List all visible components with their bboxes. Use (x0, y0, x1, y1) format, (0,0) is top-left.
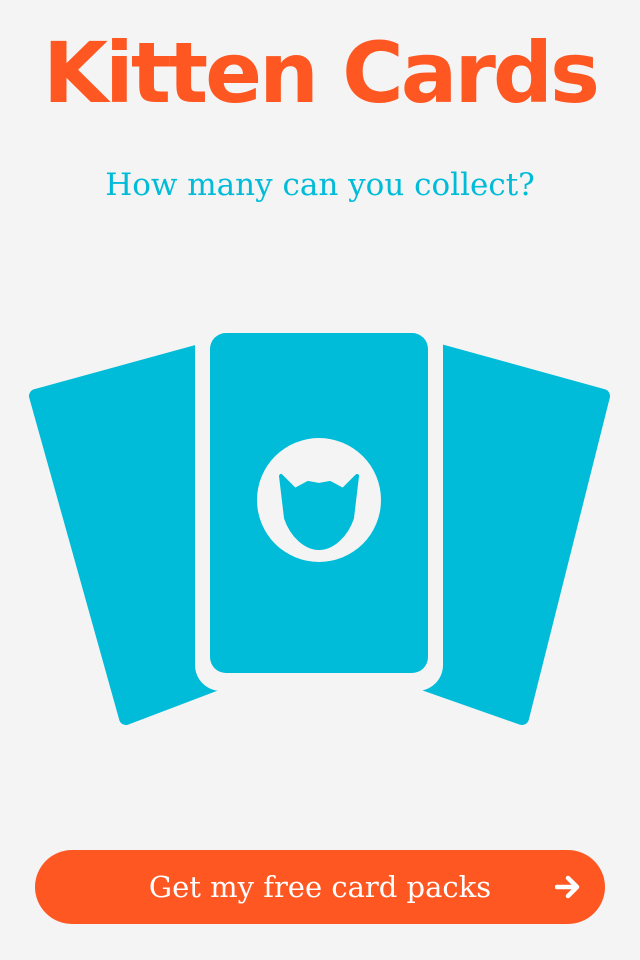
app-title: Kitten Cards (42, 24, 600, 122)
card-fan-illustration (29, 319, 610, 725)
center-card (195, 319, 443, 691)
cta-label: Get my free card packs (148, 870, 492, 904)
arrow-right-icon (555, 875, 580, 899)
get-free-card-packs-button[interactable]: Get my free card packs (35, 850, 605, 924)
kitten-cards-screen: Kitten Cards How many can you collect? G… (0, 0, 640, 960)
tagline: How many can you collect? (105, 167, 535, 203)
